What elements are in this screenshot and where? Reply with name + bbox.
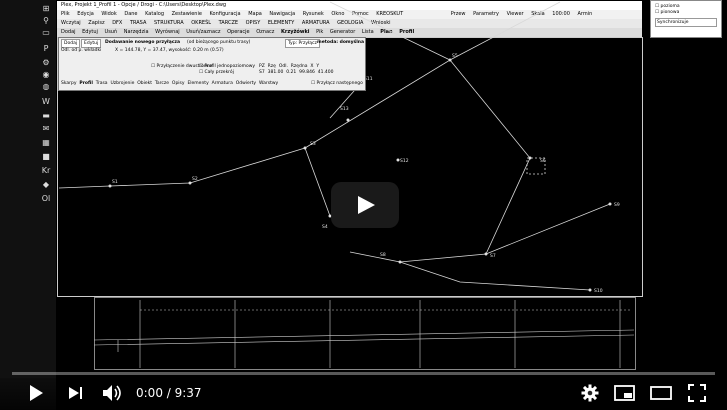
- volume-button[interactable]: [102, 384, 124, 402]
- play-overlay-button[interactable]: [331, 182, 399, 228]
- play-button[interactable]: [28, 384, 44, 402]
- play-icon: [30, 385, 43, 401]
- theater-mode-button[interactable]: [650, 385, 672, 401]
- next-icon: [69, 387, 79, 399]
- play-icon: [358, 196, 375, 214]
- next-button[interactable]: [68, 385, 84, 401]
- time-display: 0:00 / 9:37: [136, 386, 202, 400]
- settings-button[interactable]: [581, 384, 599, 402]
- miniplayer-button[interactable]: [614, 385, 636, 401]
- progress-bar[interactable]: [12, 372, 715, 375]
- theater-icon: [650, 386, 672, 400]
- volume-icon: [103, 385, 112, 401]
- fullscreen-icon: [688, 384, 706, 402]
- fullscreen-button[interactable]: [688, 384, 706, 402]
- gear-icon: [581, 384, 599, 402]
